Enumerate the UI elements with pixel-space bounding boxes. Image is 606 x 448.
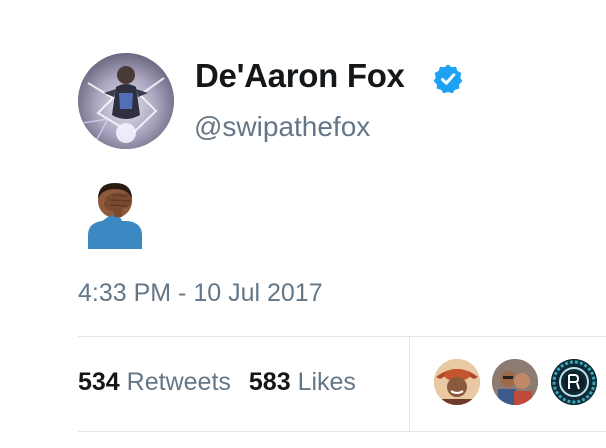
likes-stat[interactable]: 583 Likes xyxy=(249,368,356,396)
liker-avatar[interactable] xyxy=(434,359,480,405)
verified-badge-icon xyxy=(432,63,464,95)
divider xyxy=(78,336,606,337)
retweets-count: 534 xyxy=(78,368,120,396)
likes-label: Likes xyxy=(297,368,356,396)
tweet-timestamp[interactable]: 4:33 PM - 10 Jul 2017 xyxy=(78,279,323,308)
user-handle[interactable]: @swipathefox xyxy=(194,111,370,143)
divider xyxy=(78,431,606,432)
liker-avatar[interactable] xyxy=(492,359,538,405)
retweets-label: Retweets xyxy=(126,368,231,396)
divider xyxy=(409,337,410,431)
man-facepalming-icon xyxy=(82,179,148,249)
liker-avatar[interactable] xyxy=(551,359,597,405)
avatar[interactable] xyxy=(78,53,174,149)
tweet-card: De'Aaron Fox @swipathefox 4:33 PM - 10 J… xyxy=(0,0,606,448)
likes-count: 583 xyxy=(248,368,291,396)
display-name[interactable]: De'Aaron Fox xyxy=(195,57,405,95)
tweet-stats: 534 Retweets 583 Likes xyxy=(78,368,356,397)
avatar-image xyxy=(78,53,174,149)
retweets-stat[interactable]: 534 Retweets xyxy=(78,368,231,396)
